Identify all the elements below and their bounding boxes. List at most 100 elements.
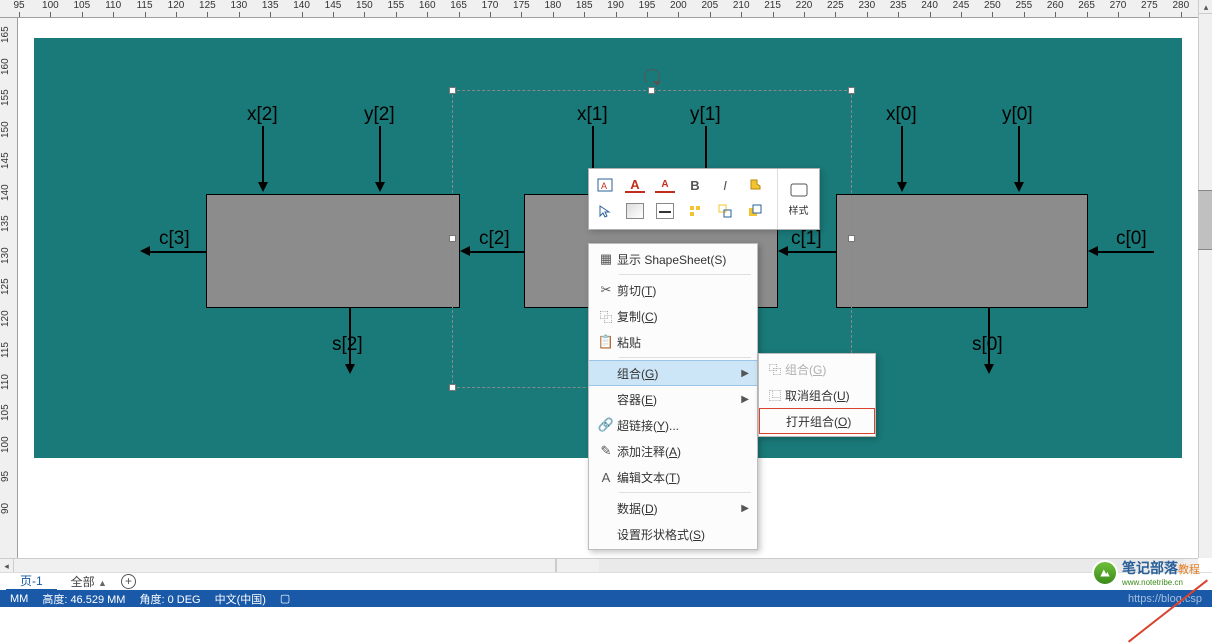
label-y0: y[0] (1002, 104, 1033, 126)
group-icon[interactable] (715, 201, 735, 221)
arrowhead (984, 364, 994, 374)
group-icon: ⿻ (765, 361, 785, 378)
arrowhead (460, 246, 470, 256)
status-bar: MM 高度: 46.529 MM 角度: 0 DEG 中文(中国) ▢ http… (0, 590, 1212, 607)
label-c1: c[1] (791, 228, 822, 250)
label-x0: x[0] (886, 104, 917, 126)
watermark-suffix: 教程 (1178, 564, 1200, 576)
arrow-y2 (379, 126, 381, 184)
watermark-title: 笔记部落 (1122, 560, 1178, 576)
resize-handle[interactable] (449, 87, 456, 94)
arrowhead (345, 364, 355, 374)
submenu-arrow-icon: ▶ (741, 394, 749, 405)
ungroup-icon: ⿺ (765, 387, 785, 404)
record-macro-icon[interactable]: ▢ (280, 592, 290, 605)
italic-button[interactable]: I (715, 175, 735, 195)
block-0[interactable] (836, 194, 1088, 308)
watermark: 笔记部落教程 www.notetribe.cn (1092, 558, 1200, 587)
arrowhead (258, 182, 268, 192)
shapesheet-icon: ▦ (595, 251, 617, 267)
vertical-scrollbar[interactable]: ▴ (1198, 0, 1212, 558)
menu-separator (619, 274, 751, 275)
copy-icon: ⿻ (595, 307, 617, 326)
line-color-icon[interactable] (655, 201, 675, 221)
submenu-group: ⿻组合(G) (759, 356, 875, 382)
scroll-up-icon[interactable]: ▴ (1199, 0, 1212, 14)
submenu-ungroup[interactable]: ⿺取消组合(U) (759, 382, 875, 408)
menu-show-shapesheet[interactable]: ▦显示 ShapeSheet(S) (589, 246, 757, 272)
group-submenu: ⿻组合(G) ⿺取消组合(U) 打开组合(O) (758, 353, 876, 437)
scroll-left-icon[interactable]: ◂ (0, 559, 14, 573)
svg-text:A: A (601, 181, 607, 191)
align-icon[interactable] (685, 201, 705, 221)
resize-handle[interactable] (848, 87, 855, 94)
menu-add-comment[interactable]: ✎添加注释(A) (589, 438, 757, 464)
arrow-y0 (1018, 126, 1020, 184)
label-c3: c[3] (159, 228, 190, 250)
label-s2: s[2] (332, 334, 363, 356)
menu-copy[interactable]: ⿻复制(C) (589, 303, 757, 329)
menu-separator (619, 357, 751, 358)
menu-format-shape[interactable]: 设置形状格式(S) (589, 521, 757, 547)
resize-handle[interactable] (449, 384, 456, 391)
grow-font-icon[interactable]: A (625, 177, 645, 193)
scrollbar-split[interactable] (555, 559, 557, 573)
menu-data[interactable]: 数据(D)▶ (589, 495, 757, 521)
link-icon: 🔗 (595, 417, 617, 433)
context-menu: ▦显示 ShapeSheet(S) ✂剪切(T) ⿻复制(C) 📋粘贴 组合(G… (588, 243, 758, 550)
menu-hyperlink[interactable]: 🔗超链接(Y)... (589, 412, 757, 438)
pointer-tool-icon[interactable] (595, 201, 615, 221)
block-2[interactable] (206, 194, 460, 308)
all-pages-button[interactable]: 全部 ▲ (65, 573, 113, 590)
status-language[interactable]: 中文(中国) (215, 591, 266, 607)
scissors-icon: ✂ (595, 282, 617, 298)
arrow-c2 (470, 251, 524, 253)
paste-icon: 📋 (595, 334, 617, 350)
arrow-c0 (1098, 251, 1154, 253)
label-x1: x[1] (577, 104, 608, 126)
menu-group[interactable]: 组合(G)▶ (589, 360, 757, 386)
menu-separator (619, 492, 751, 493)
label-c0: c[0] (1116, 228, 1147, 250)
rotate-handle-icon[interactable] (644, 69, 660, 85)
menu-cut[interactable]: ✂剪切(T) (589, 277, 757, 303)
comment-icon: ✎ (595, 443, 617, 459)
menu-container[interactable]: 容器(E)▶ (589, 386, 757, 412)
format-painter-icon[interactable] (745, 175, 765, 195)
watermark-badge-icon (1092, 560, 1118, 586)
arrowhead (897, 182, 907, 192)
watermark-url: www.notetribe.cn (1122, 578, 1200, 587)
ruler-horizontal[interactable]: 9510010511011512012513013514014515015516… (0, 0, 1198, 18)
style-label: 样式 (789, 202, 809, 217)
arrow-x2 (262, 126, 264, 184)
page-tab[interactable]: 页-1 (6, 572, 57, 591)
arrowhead (140, 246, 150, 256)
style-button[interactable]: 样式 (777, 169, 819, 229)
shrink-font-icon[interactable]: A (655, 177, 675, 193)
dropdown-icon: ▲ (98, 578, 107, 588)
status-angle: 角度: 0 DEG (139, 591, 200, 607)
label-s0: s[0] (972, 334, 1003, 356)
arrowhead (375, 182, 385, 192)
menu-paste[interactable]: 📋粘贴 (589, 329, 757, 355)
arrow-c1 (786, 251, 836, 253)
bold-button[interactable]: B (685, 175, 705, 195)
ruler-vertical[interactable]: 1651601551501451401351301251201151101051… (0, 18, 18, 593)
style-icon (789, 182, 809, 200)
submenu-open-group[interactable]: 打开组合(O) (759, 408, 875, 434)
fill-color-icon[interactable] (625, 201, 645, 221)
status-height: 高度: 46.529 MM (42, 591, 125, 607)
resize-handle[interactable] (648, 87, 655, 94)
page-tab-bar: 页-1 全部 ▲ + (0, 572, 1212, 590)
horizontal-scrollbar[interactable]: ◂ (0, 558, 1198, 572)
textbox-icon[interactable]: A (595, 175, 615, 195)
label-y2: y[2] (364, 104, 395, 126)
bring-front-icon[interactable] (745, 201, 765, 221)
add-page-button[interactable]: + (121, 574, 136, 589)
arrow-x0 (901, 126, 903, 184)
label-c2: c[2] (479, 228, 510, 250)
submenu-arrow-icon: ▶ (741, 368, 749, 379)
menu-edit-text[interactable]: A编辑文本(T) (589, 464, 757, 490)
arrowhead (1088, 246, 1098, 256)
label-y1: y[1] (690, 104, 721, 126)
